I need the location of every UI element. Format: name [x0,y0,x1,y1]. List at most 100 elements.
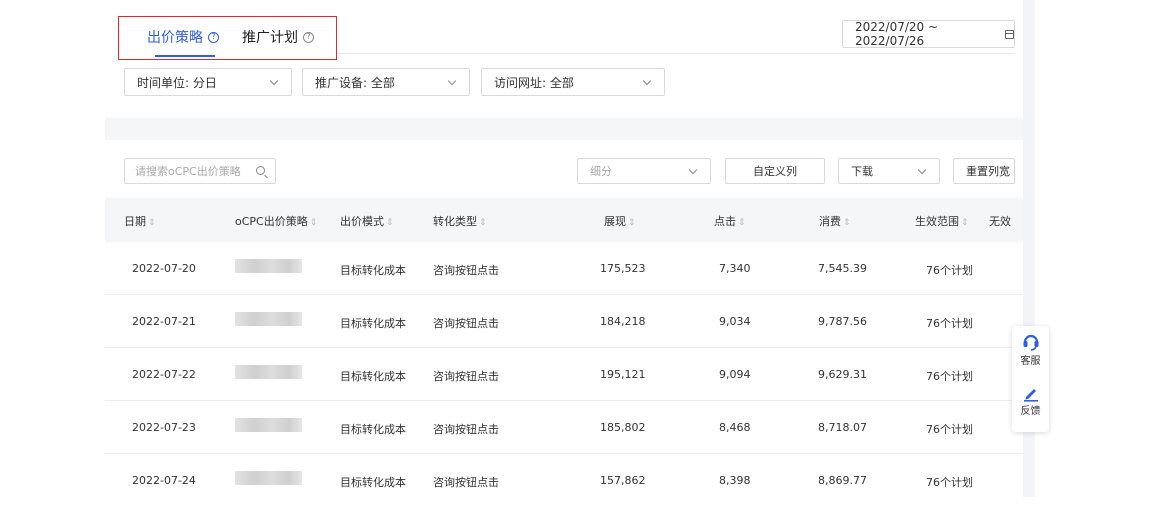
select-value: 推广设备: 全部 [315,75,395,90]
cell-impressions: 184,218 [600,315,646,328]
section-separator [105,118,1027,140]
cell-date: 2022-07-23 [132,421,196,434]
cell-scope: 76个计划 [926,423,973,436]
column-header-clicks[interactable]: 点击 ⇕ [714,213,746,229]
column-header-cost[interactable]: 消费 ⇕ [819,213,851,229]
cell-conversion-type: 咨询按钮点击 [433,476,499,489]
device-select[interactable]: 推广设备: 全部 [302,68,470,96]
button-label: 重置列宽 [966,165,1010,178]
cell-scope: 76个计划 [926,476,973,489]
feedback-button[interactable]: 反馈 [1012,384,1049,417]
chevron-down-icon [269,76,279,86]
sort-icon: ⇕ [479,218,487,228]
blurred-strategy-name [235,312,302,326]
date-range-picker[interactable]: 2022/07/20 ~ 2022/07/26 [842,20,1015,48]
help-icon[interactable]: ? [303,31,314,43]
table-header: 日期 ⇕ oCPC出价策略 ⇕ 出价模式 ⇕ 转化类型 ⇕ 展现 ⇕ 点击 ⇕ 消费 ⇕ 生效… [105,198,1027,242]
service-label: 客服 [1020,356,1041,367]
cell-date: 2022-07-21 [132,315,196,328]
divider [337,53,1015,54]
active-tab-underline [155,55,215,57]
cell-clicks: 7,340 [719,262,751,275]
column-header-invalid[interactable]: 无效 [989,213,1011,229]
blurred-strategy-name [235,418,302,432]
cell-impressions: 185,802 [600,421,646,434]
table-row: 2022-07-21 目标转化成本 咨询按钮点击 184,218 9,034 9… [105,295,1027,348]
column-header-scope[interactable]: 生效范围 ⇕ [915,213,969,229]
cell-scope: 76个计划 [926,264,973,277]
cell-impressions: 195,121 [600,368,646,381]
floating-help-panel: 客服 反馈 [1012,326,1049,432]
cell-scope: 76个计划 [926,317,973,330]
tab-label: 出价策略 [147,30,203,46]
select-value: 时间单位: 分日 [137,75,217,90]
blurred-strategy-name [235,259,302,273]
strategy-search-input[interactable]: 请搜索oCPC出价策略 [124,158,276,184]
sort-icon: ⇕ [628,218,636,228]
main-panel: 出价策略 ? 推广计划 ? 2022/07/20 ~ 2022/07/26 时间… [105,0,1027,497]
column-header-date[interactable]: 日期 ⇕ [124,213,156,229]
download-select[interactable]: 下载 [838,158,940,184]
sort-icon: ⇕ [843,218,851,228]
cell-clicks: 9,034 [719,315,751,328]
chevron-down-icon [917,165,927,175]
customer-service-button[interactable]: 客服 [1012,332,1049,367]
cell-cost: 7,545.39 [818,262,867,275]
cell-conversion-type: 咨询按钮点击 [433,317,499,330]
cell-impressions: 175,523 [600,262,646,275]
cell-bid-mode: 目标转化成本 [340,476,406,489]
headset-icon [1023,334,1038,351]
date-range-value: 2022/07/20 ~ 2022/07/26 [855,20,939,48]
segment-select[interactable]: 细分 [577,158,711,184]
tab-bid-strategy[interactable]: 出价策略 ? [147,27,219,47]
button-label: 自定义列 [753,165,797,178]
cell-date: 2022-07-20 [132,262,196,275]
time-unit-select[interactable]: 时间单位: 分日 [124,68,292,96]
cell-cost: 8,718.07 [818,421,867,434]
column-header-conversion-type[interactable]: 转化类型 ⇕ [433,213,487,229]
select-value: 访问网址: 全部 [494,75,574,90]
select-placeholder: 细分 [590,165,612,178]
sort-icon: ⇕ [148,218,156,228]
column-header-strategy[interactable]: oCPC出价策略 ⇕ [235,213,317,229]
url-select[interactable]: 访问网址: 全部 [481,68,665,96]
cell-conversion-type: 咨询按钮点击 [433,423,499,436]
cell-cost: 9,787.56 [818,315,867,328]
reset-width-button[interactable]: 重置列宽 [953,158,1015,184]
chevron-down-icon [642,76,652,86]
chevron-down-icon [688,165,698,175]
calendar-icon [1004,29,1014,39]
table-row: 2022-07-22 目标转化成本 咨询按钮点击 195,121 9,094 9… [105,348,1027,401]
cell-date: 2022-07-24 [132,474,196,487]
sort-icon: ⇕ [961,218,969,228]
search-icon[interactable] [256,166,265,175]
cell-bid-mode: 目标转化成本 [340,317,406,330]
cell-scope: 76个计划 [926,370,973,383]
table-row: 2022-07-20 目标转化成本 咨询按钮点击 175,523 7,340 7… [105,242,1027,295]
cell-cost: 8,869.77 [818,474,867,487]
column-header-bid-mode[interactable]: 出价模式 ⇕ [340,213,394,229]
cell-bid-mode: 目标转化成本 [340,423,406,436]
tab-campaign[interactable]: 推广计划 ? [242,27,314,47]
column-header-impressions[interactable]: 展现 ⇕ [604,213,636,229]
cell-bid-mode: 目标转化成本 [340,264,406,277]
table-row: 2022-07-24 目标转化成本 咨询按钮点击 157,862 8,398 8… [105,454,1027,497]
blurred-strategy-name [235,471,302,485]
cell-clicks: 8,468 [719,421,751,434]
sort-icon: ⇕ [309,218,318,228]
cell-date: 2022-07-22 [132,368,196,381]
sort-icon: ⇕ [386,218,394,228]
cell-clicks: 8,398 [719,474,751,487]
cell-conversion-type: 咨询按钮点击 [433,370,499,383]
button-label: 下载 [851,165,873,178]
cell-impressions: 157,862 [600,474,646,487]
pencil-icon [1023,389,1038,402]
tab-bar: 出价策略 ? 推广计划 ? [118,16,337,60]
cell-clicks: 9,094 [719,368,751,381]
custom-columns-button[interactable]: 自定义列 [725,158,825,184]
search-placeholder: 请搜索oCPC出价策略 [135,165,241,178]
cell-cost: 9,629.31 [818,368,867,381]
chevron-down-icon [447,76,457,86]
cell-conversion-type: 咨询按钮点击 [433,264,499,277]
help-icon[interactable]: ? [208,31,219,43]
